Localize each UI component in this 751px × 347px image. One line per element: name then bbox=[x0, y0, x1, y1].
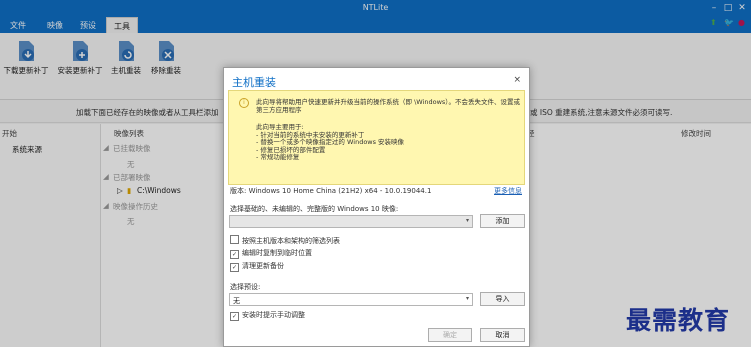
notice-list: 此向导主要用于: - 针对当前的系统中未安装的更新补丁 - 替换一个或多个映像指… bbox=[256, 123, 521, 162]
version-label: 版本: Windows 10 Home China (21H2) x64 - 1… bbox=[230, 187, 432, 195]
checkbox-label: 清理更新备份 bbox=[242, 262, 284, 270]
dialog-title: 主机重装 bbox=[232, 76, 276, 89]
import-button[interactable]: 导入 bbox=[480, 292, 525, 306]
chevron-down-icon: ▾ bbox=[465, 217, 469, 224]
info-icon: i bbox=[239, 98, 249, 108]
notice-main-text: 此向导将帮助用户快速更新并升级当前的操作系统（即 \Windows）。不会丢失文… bbox=[256, 98, 521, 114]
host-reinstall-dialog: 主机重装 × i 此向导将帮助用户快速更新并升级当前的操作系统（即 \Windo… bbox=[223, 67, 530, 347]
watermark: 最需教育 bbox=[626, 306, 731, 335]
cleanup-backup-checkbox[interactable]: ✓ 清理更新备份 bbox=[230, 261, 284, 272]
checkbox-box: ✓ bbox=[230, 312, 239, 321]
copy-temp-checkbox[interactable]: ✓ 编辑时复制到临时位置 bbox=[230, 248, 312, 259]
checkbox-box bbox=[230, 235, 239, 244]
prompt-adjust-checkbox[interactable]: ✓ 安装时提示手动调整 bbox=[230, 310, 305, 321]
preset-select-value: 无 bbox=[233, 297, 240, 305]
cancel-button[interactable]: 取消 bbox=[480, 328, 525, 342]
checkbox-label: 安装时提示手动调整 bbox=[242, 311, 305, 319]
filter-by-host-checkbox[interactable]: 按照主机版本和架构的筛选列表 bbox=[230, 235, 340, 246]
preset-select[interactable]: 无 ▾ bbox=[229, 293, 473, 306]
preset-label: 选择预设: bbox=[230, 283, 261, 291]
image-select[interactable]: ▾ bbox=[229, 215, 473, 228]
select-image-label: 选择基础的、未编辑的、完整版的 Windows 10 映像: bbox=[230, 205, 399, 213]
notice-item: - 常规功能修复 bbox=[256, 153, 300, 161]
notice-box: i 此向导将帮助用户快速更新并升级当前的操作系统（即 \Windows）。不会丢… bbox=[228, 90, 525, 185]
more-info-link[interactable]: 更多信息 bbox=[494, 186, 522, 196]
close-icon[interactable]: × bbox=[513, 75, 521, 85]
checkbox-box: ✓ bbox=[230, 250, 239, 259]
add-button[interactable]: 添加 bbox=[480, 214, 525, 228]
ok-button[interactable]: 确定 bbox=[428, 328, 472, 342]
checkbox-box: ✓ bbox=[230, 263, 239, 272]
chevron-down-icon: ▾ bbox=[465, 295, 469, 302]
checkbox-label: 编辑时复制到临时位置 bbox=[242, 249, 312, 257]
checkbox-label: 按照主机版本和架构的筛选列表 bbox=[242, 237, 340, 245]
